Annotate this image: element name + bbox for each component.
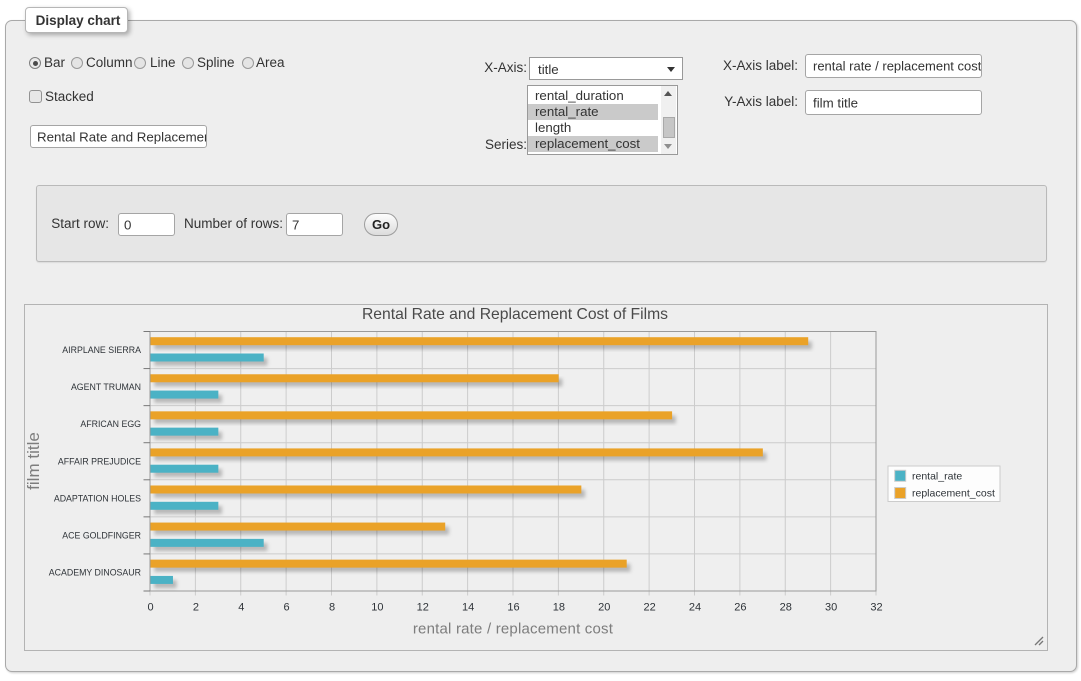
- svg-text:10: 10: [371, 602, 383, 614]
- svg-text:ACE GOLDFINGER: ACE GOLDFINGER: [62, 530, 141, 540]
- svg-text:16: 16: [507, 602, 519, 614]
- svg-text:replacement_cost: replacement_cost: [912, 488, 995, 500]
- svg-text:AFRICAN EGG: AFRICAN EGG: [80, 419, 141, 429]
- svg-text:24: 24: [689, 602, 701, 614]
- svg-text:6: 6: [284, 602, 290, 614]
- svg-text:4: 4: [238, 602, 244, 614]
- svg-text:18: 18: [553, 602, 565, 614]
- svg-text:8: 8: [329, 602, 335, 614]
- svg-text:AFFAIR PREJUDICE: AFFAIR PREJUDICE: [58, 456, 141, 466]
- svg-text:12: 12: [417, 602, 429, 614]
- svg-text:28: 28: [780, 602, 792, 614]
- svg-text:22: 22: [643, 602, 655, 614]
- svg-text:AGENT TRUMAN: AGENT TRUMAN: [71, 382, 141, 392]
- svg-text:14: 14: [462, 602, 474, 614]
- svg-text:0: 0: [147, 602, 153, 614]
- svg-text:AIRPLANE SIERRA: AIRPLANE SIERRA: [62, 345, 141, 355]
- svg-text:ADAPTATION HOLES: ADAPTATION HOLES: [54, 493, 141, 503]
- svg-text:Rental Rate and Replacement Co: Rental Rate and Replacement Cost of Film…: [362, 306, 668, 323]
- svg-text:26: 26: [734, 602, 746, 614]
- svg-text:ACADEMY DINOSAUR: ACADEMY DINOSAUR: [49, 567, 141, 577]
- svg-text:20: 20: [598, 602, 610, 614]
- svg-text:film title: film title: [25, 432, 43, 490]
- svg-text:rental rate / replacement cost: rental rate / replacement cost: [413, 621, 614, 638]
- svg-text:30: 30: [825, 602, 837, 614]
- svg-text:rental_rate: rental_rate: [912, 470, 962, 482]
- svg-text:2: 2: [193, 602, 199, 614]
- svg-text:32: 32: [870, 602, 882, 614]
